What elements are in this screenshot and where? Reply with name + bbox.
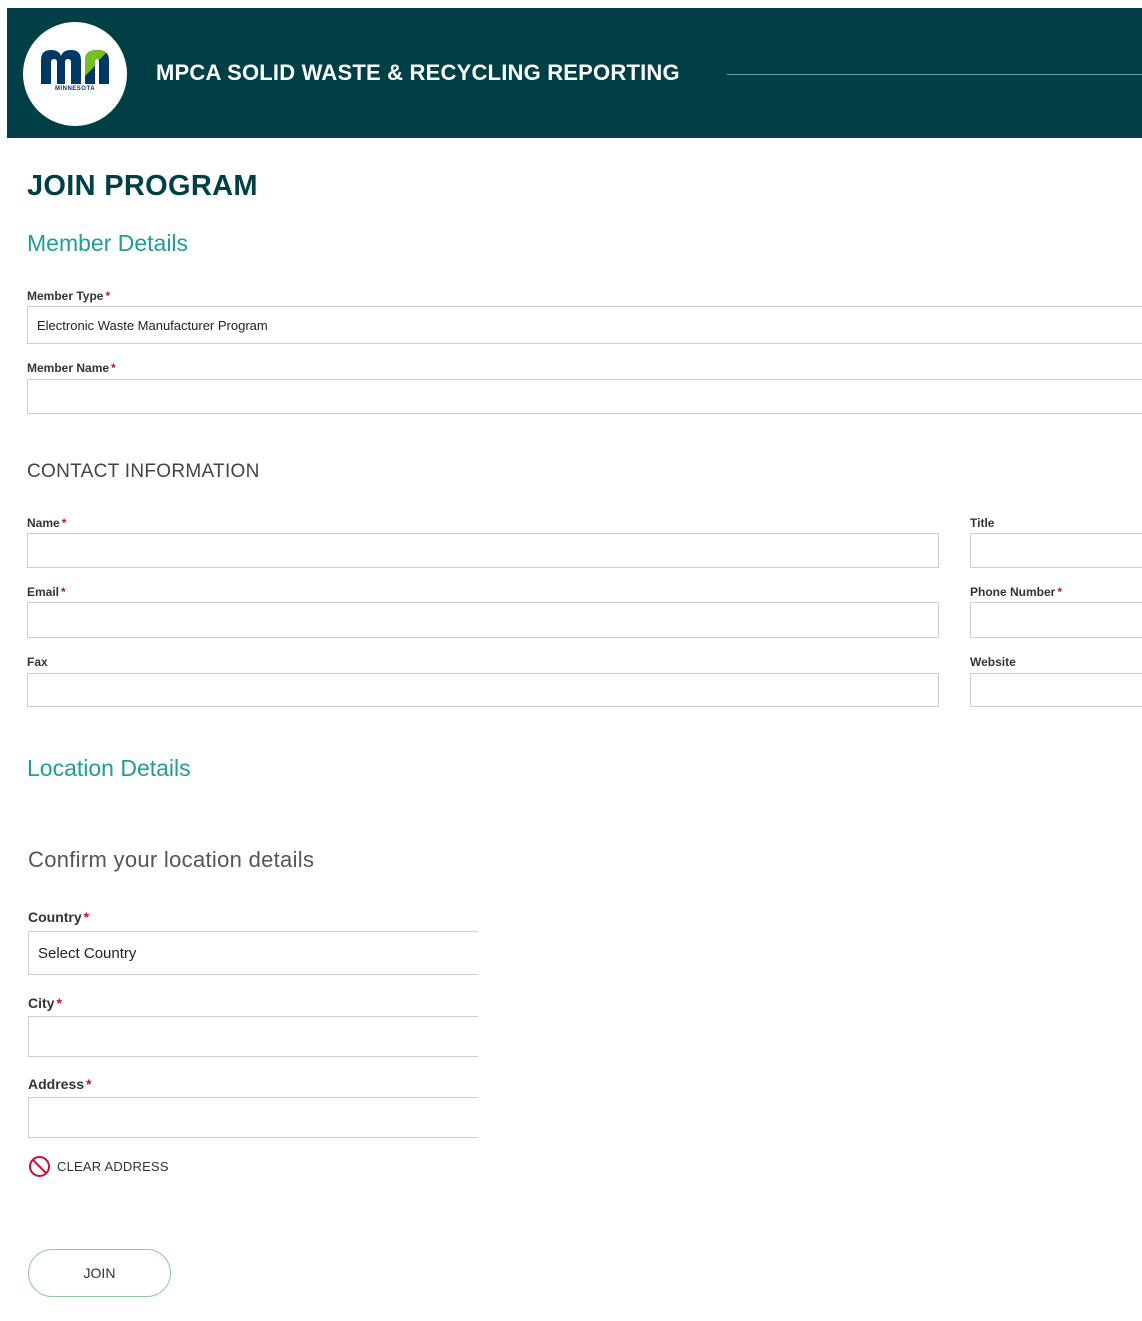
required-marker: * (105, 289, 111, 303)
page-title: JOIN PROGRAM (27, 170, 258, 202)
required-marker: * (56, 995, 62, 1011)
app-title: MPCA SOLID WASTE & RECYCLING REPORTING (156, 60, 680, 85)
email-label: Email * (27, 585, 66, 599)
country-select[interactable]: Select Country (28, 931, 478, 975)
title-input[interactable] (970, 533, 1142, 568)
name-label-text: Name (27, 516, 60, 530)
phone-number-label-text: Phone Number (970, 585, 1056, 599)
name-input[interactable] (27, 533, 939, 568)
member-type-label-text: Member Type (27, 289, 104, 303)
address-input[interactable] (28, 1097, 478, 1138)
clear-address-label: CLEAR ADDRESS (57, 1159, 169, 1174)
country-select-value: Select Country (38, 944, 137, 962)
member-name-label-text: Member Name (27, 361, 110, 375)
member-name-label: Member Name * (27, 361, 116, 375)
required-marker: * (83, 909, 90, 925)
member-details-heading: Member Details (27, 230, 189, 256)
phone-number-label: Phone Number * (970, 585, 1062, 599)
minnesota-logo[interactable]: MINNESOTA (23, 22, 127, 126)
phone-number-input[interactable] (970, 602, 1142, 638)
address-label-text: Address (28, 1076, 85, 1092)
city-label-text: City (28, 995, 55, 1011)
required-marker: * (86, 1076, 92, 1092)
join-button[interactable]: JOIN (28, 1249, 171, 1297)
header-divider (727, 74, 1142, 75)
contact-information-heading: CONTACT INFORMATION (27, 461, 260, 482)
email-label-text: Email (27, 585, 60, 599)
member-name-input[interactable] (27, 379, 1142, 414)
app-header: MINNESOTA MPCA SOLID WASTE & RECYCLING R… (7, 8, 1142, 138)
city-label: City * (28, 995, 62, 1011)
country-label-text: Country (28, 909, 82, 925)
city-input[interactable] (28, 1016, 478, 1057)
country-label: Country * (28, 909, 89, 925)
name-label: Name * (27, 516, 66, 530)
confirm-location-subheading: Confirm your location details (28, 847, 315, 872)
title-label: Title (970, 516, 995, 530)
fax-label: Fax (27, 655, 48, 669)
location-details-heading: Location Details (27, 755, 191, 781)
mn-logo-icon (41, 50, 109, 84)
required-marker: * (111, 361, 116, 375)
logo-state-text: MINNESOTA (54, 86, 96, 92)
required-marker: * (61, 585, 66, 599)
member-type-value: Electronic Waste Manufacturer Program (37, 317, 268, 333)
website-input[interactable] (970, 673, 1142, 707)
member-type-label: Member Type * (27, 289, 110, 303)
required-marker: * (61, 516, 67, 530)
fax-input[interactable] (27, 673, 939, 707)
website-label: Website (970, 655, 1016, 669)
address-label: Address * (28, 1076, 91, 1092)
required-marker: * (1057, 585, 1063, 599)
email-input[interactable] (27, 602, 939, 638)
clear-address-button[interactable]: CLEAR ADDRESS (28, 1155, 169, 1178)
no-entry-icon (29, 1156, 50, 1177)
member-type-select[interactable]: Electronic Waste Manufacturer Program (27, 306, 1142, 344)
